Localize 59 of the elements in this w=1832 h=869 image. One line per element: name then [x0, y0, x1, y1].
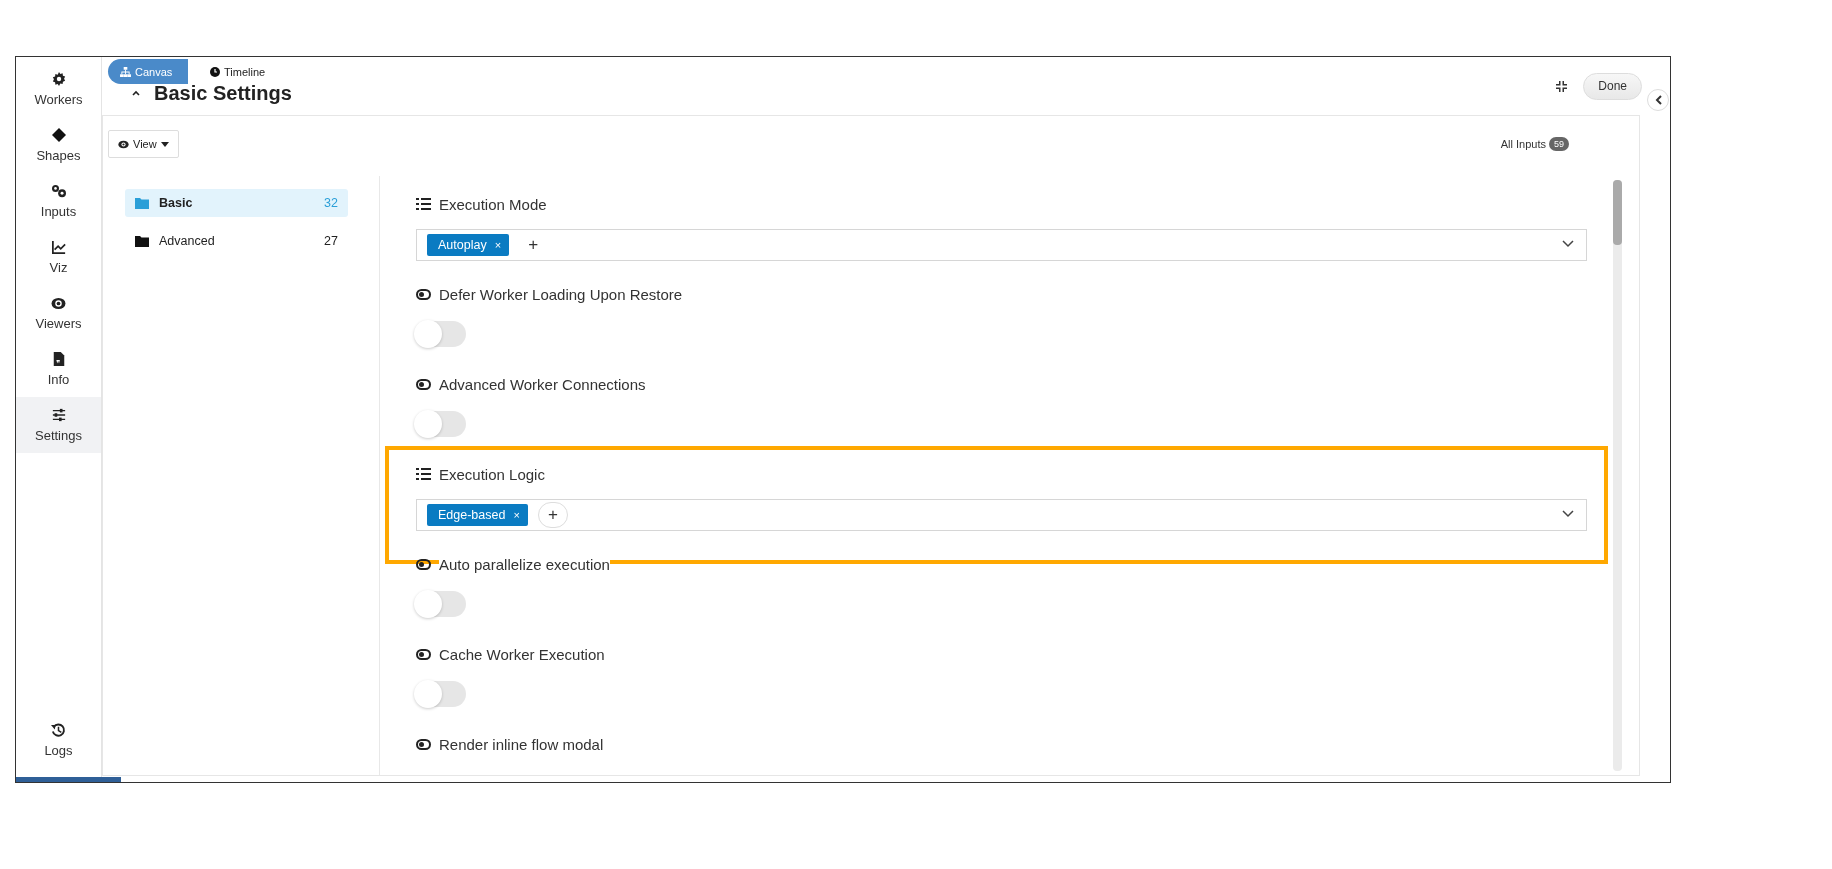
sidebar-item[interactable]: Info: [16, 341, 101, 397]
value-tag: Edge-based ×: [427, 504, 528, 526]
toggle-icon: [416, 738, 431, 750]
list-icon: [416, 198, 431, 210]
toggle-switch[interactable]: [416, 411, 466, 437]
folder-label: Basic: [159, 196, 193, 210]
clock-icon: [210, 66, 220, 77]
file-icon: [52, 351, 65, 367]
remove-icon[interactable]: ×: [494, 239, 502, 251]
folder-label: Advanced: [159, 234, 215, 248]
chevron-down-icon: [1562, 510, 1574, 518]
compress-icon[interactable]: [1556, 80, 1568, 92]
sidebar-item[interactable]: Viz: [16, 229, 101, 285]
all-inputs-label: All Inputs: [1500, 138, 1546, 150]
sidebar-item[interactable]: Workers: [16, 61, 101, 117]
toggle-switch[interactable]: [416, 591, 466, 617]
chevron-left-icon[interactable]: [1647, 89, 1669, 111]
view-tab[interactable]: Timeline: [198, 59, 278, 84]
sidebar-item[interactable]: Settings: [16, 397, 101, 453]
caret-up-icon[interactable]: [132, 90, 140, 96]
gears-icon: [50, 183, 67, 199]
view-button[interactable]: View: [108, 130, 179, 158]
folder-item[interactable]: Advanced 27: [125, 227, 348, 255]
eye-icon: [118, 139, 129, 149]
list-icon: [416, 468, 431, 480]
toggle-switch[interactable]: [416, 681, 466, 707]
toggle-icon: [416, 648, 431, 660]
folder-icon: [135, 197, 149, 209]
tag-select-field[interactable]: Edge-based × +: [416, 499, 1587, 531]
scrollbar[interactable]: [1613, 180, 1622, 771]
sitemap-icon: [120, 66, 131, 77]
chart-icon: [51, 239, 66, 255]
remove-icon[interactable]: ×: [513, 509, 520, 521]
history-icon: [51, 722, 66, 738]
sidebar-item[interactable]: Viewers: [16, 285, 101, 341]
add-button[interactable]: +: [519, 232, 548, 258]
toggle-icon: [416, 558, 431, 570]
sliders-icon: [51, 407, 66, 423]
caret-down-icon: [160, 141, 169, 147]
eye-icon: [51, 295, 66, 311]
sidebar-item[interactable]: Logs: [16, 709, 101, 771]
folder-count: 32: [324, 196, 338, 210]
sidebar-item[interactable]: Shapes: [16, 117, 101, 173]
chevron-down-icon: [1562, 240, 1574, 248]
toggle-icon: [416, 288, 431, 300]
toggle-icon: [416, 378, 431, 390]
done-button[interactable]: Done: [1583, 72, 1642, 100]
sidebar-item[interactable]: Inputs: [16, 173, 101, 229]
view-tab[interactable]: Canvas: [108, 59, 188, 84]
panel-title: Basic Settings: [154, 81, 292, 105]
diamond-icon: [51, 127, 66, 143]
tag-select-field[interactable]: Autoplay × +: [416, 229, 1587, 261]
folder-item[interactable]: Basic 32: [125, 189, 348, 217]
gear-icon: [51, 71, 66, 87]
toggle-switch[interactable]: [416, 321, 466, 347]
folder-icon: [135, 235, 149, 247]
folder-count: 27: [324, 234, 338, 248]
value-tag: Autoplay ×: [427, 234, 510, 256]
count-badge: 59: [1549, 137, 1569, 151]
